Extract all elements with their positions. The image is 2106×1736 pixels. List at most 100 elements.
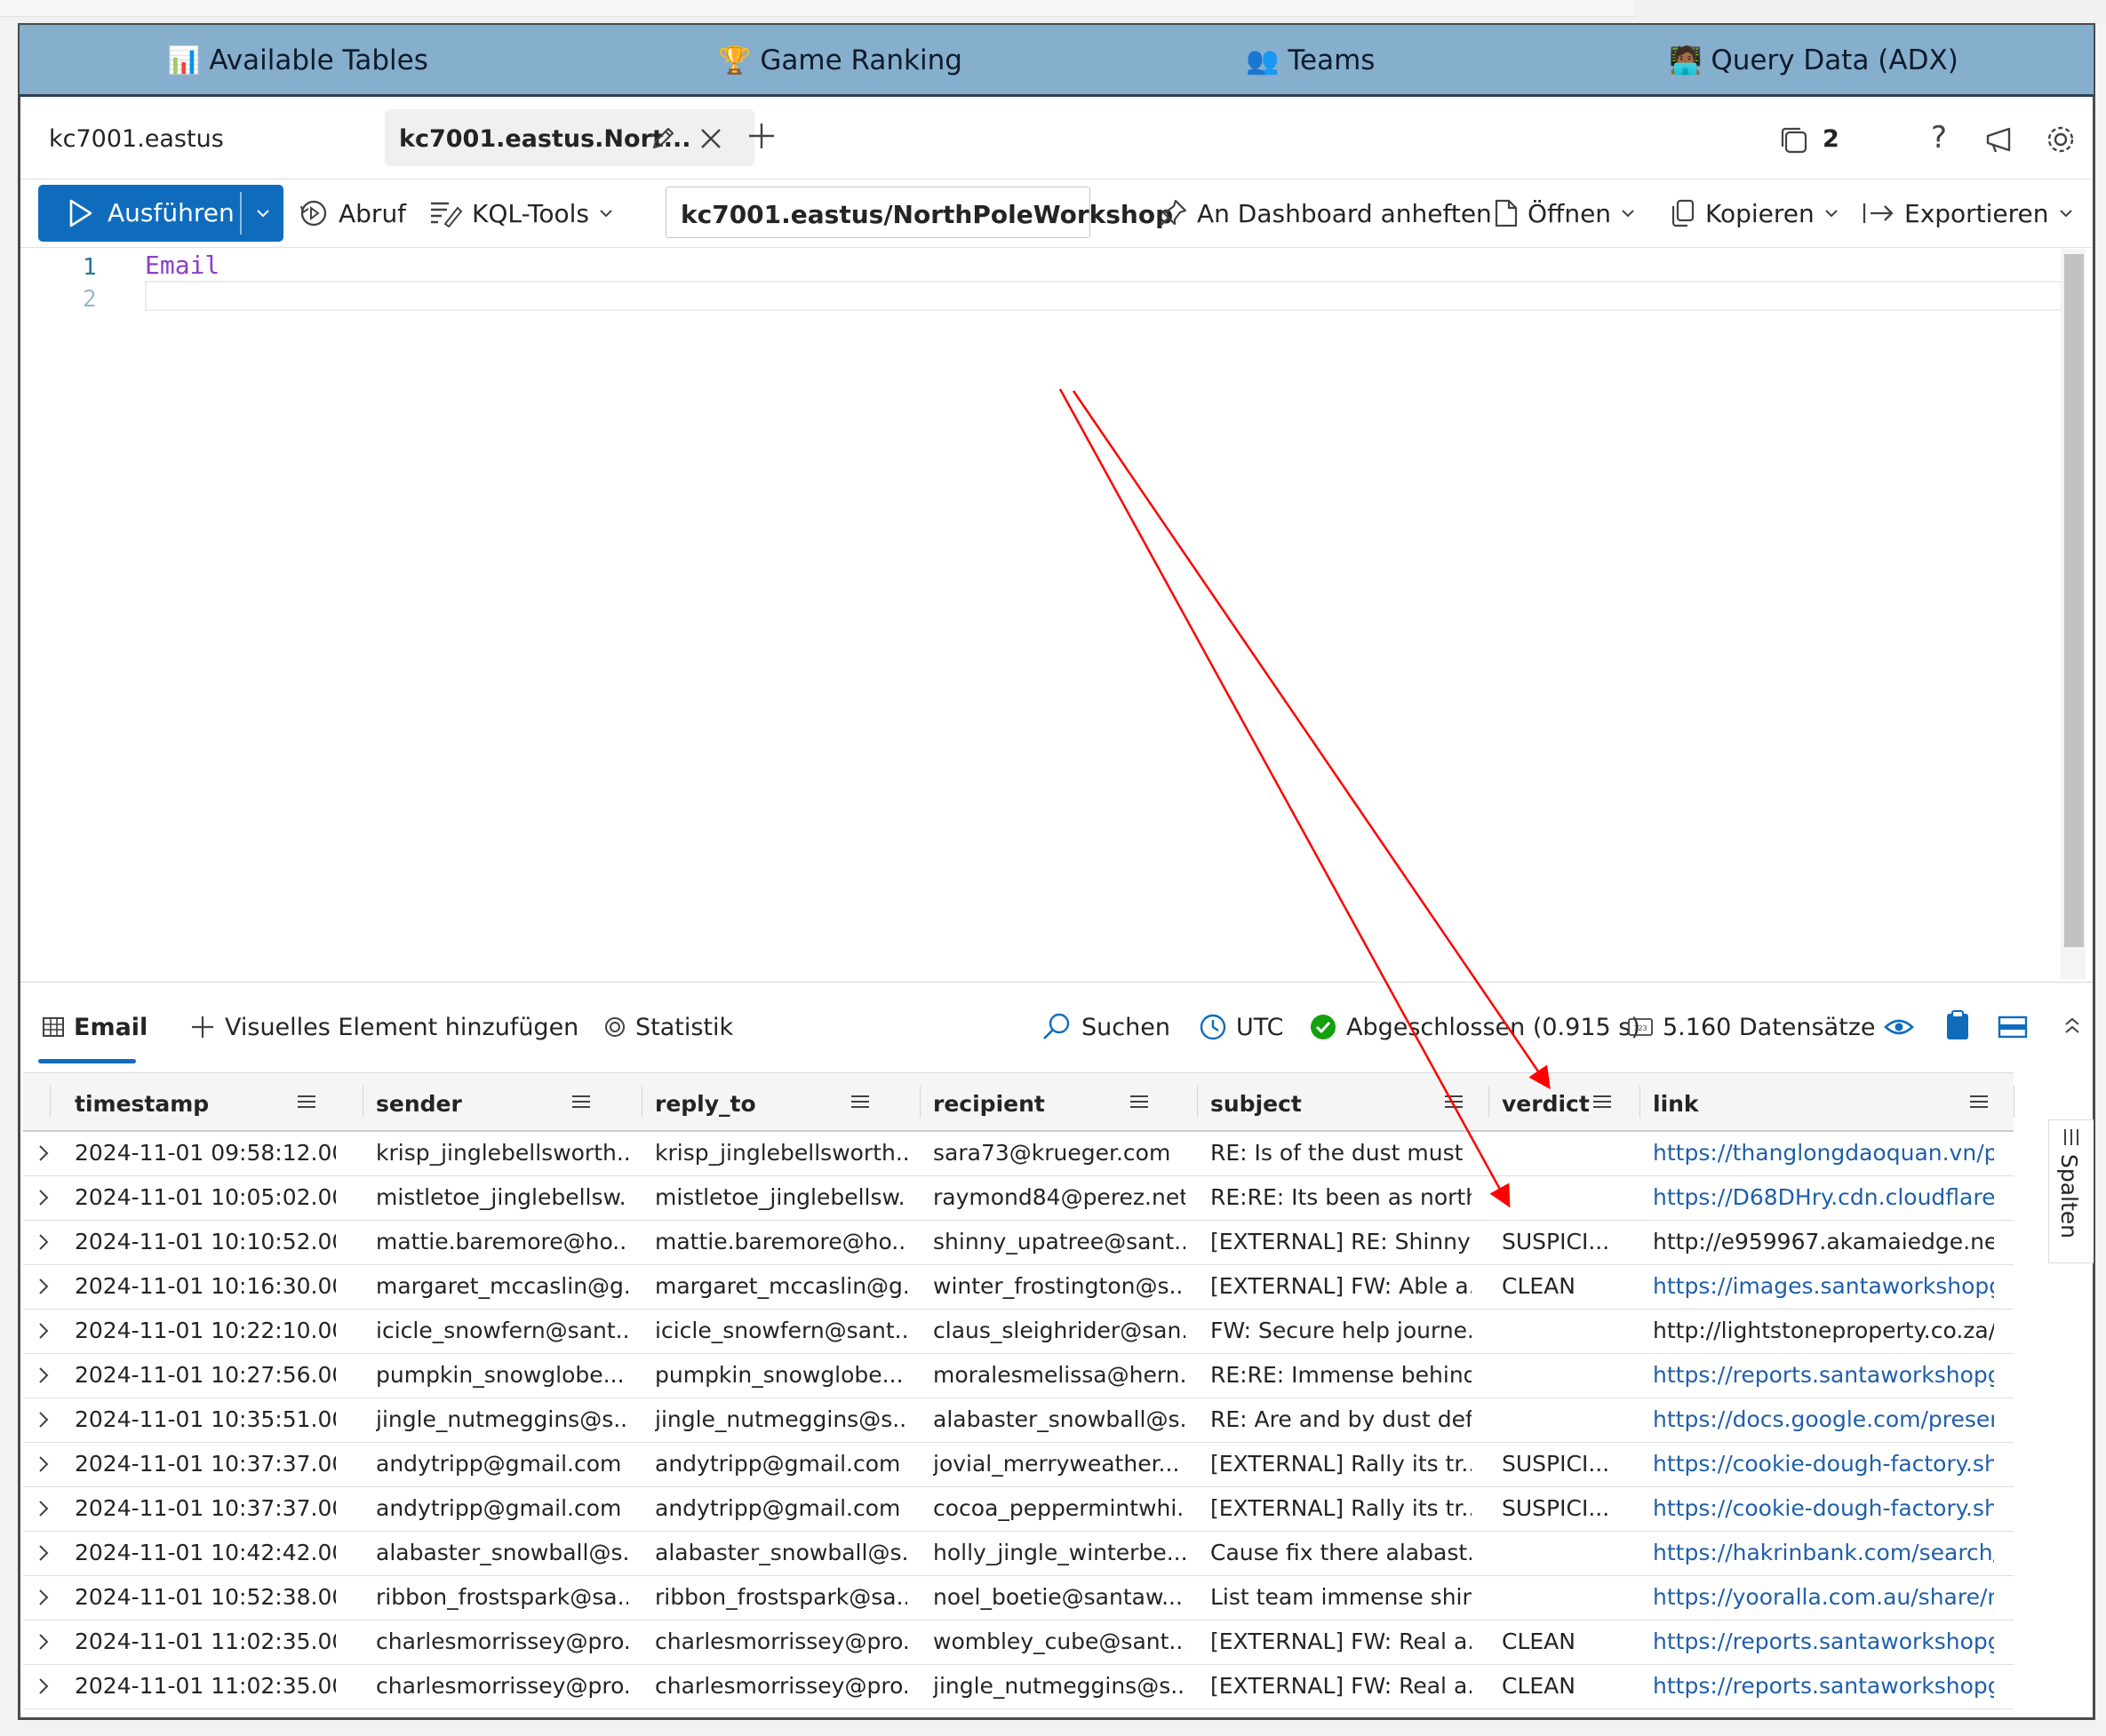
code-line[interactable]: Email [145,251,219,280]
add-visual-button[interactable]: Visuelles Element hinzufügen [189,1009,578,1045]
cell-link[interactable]: https://docs.google.com/present... [1653,1398,1994,1442]
search-button[interactable]: Suchen [1041,1009,1170,1045]
kql-tools-button[interactable]: KQL-Tools [429,195,614,231]
run-button[interactable]: Ausführen [38,185,283,242]
help-icon[interactable]: ? [1931,120,1947,155]
chevron-down-icon [1825,210,1838,218]
nav-game-ranking[interactable]: 🏆 Game Ranking [718,43,962,78]
clipboard-icon[interactable] [1942,1007,1974,1043]
query-editor[interactable]: 1 2 Email [20,249,2093,980]
table-row[interactable]: 2024-11-01 10:37:37.0000 andytripp@gmail.… [23,1486,2014,1532]
cell-subject: [EXTERNAL] FW: Real a... [1210,1673,1472,1699]
current-line-highlight[interactable] [145,281,2084,311]
open-button[interactable]: Öffnen [1494,195,1636,231]
expand-row-chevron-right-icon[interactable] [37,1188,50,1207]
column-menu-icon[interactable] [297,1095,316,1109]
column-header-link[interactable]: link [1640,1073,1996,1130]
cell-link[interactable]: https://hakrinbank.com/search/m... [1653,1531,1994,1575]
eye-icon[interactable] [1881,1011,1917,1043]
expand-row-chevron-right-icon[interactable] [37,1543,50,1563]
copy-button[interactable]: Kopieren [1670,195,1839,231]
megaphone-icon[interactable] [1981,120,2020,159]
top-navigation: 📊 Available Tables 🏆 Game Ranking 👥 Team… [20,25,2094,97]
expand-row-chevron-right-icon[interactable] [37,1410,50,1429]
tab-active-query[interactable]: kc7001.eastus.Nort... [385,109,754,166]
table-row[interactable]: 2024-11-01 10:05:02.0000 mistletoe_jingle… [23,1175,2014,1221]
column-menu-icon[interactable] [571,1095,591,1109]
table-row[interactable]: 2024-11-01 09:58:12.0000 krisp_jinglebell… [23,1131,2014,1176]
expand-row-chevron-right-icon[interactable] [37,1366,50,1385]
table-row[interactable]: 2024-11-01 10:52:38.0000 ribbon_frostspar… [23,1575,2014,1621]
nav-teams[interactable]: 👥 Teams [1246,43,1375,78]
table-row[interactable]: 2024-11-01 10:16:30.0000 margaret_mccasli… [23,1264,2014,1310]
table-row[interactable]: 2024-11-01 10:42:42.0000 alabaster_snowba… [23,1531,2014,1576]
collapse-chevron-up-icon[interactable] [2059,1013,2086,1039]
column-menu-icon[interactable] [1969,1095,1989,1109]
cell-link[interactable]: https://yooralla.com.au/share/mo... [1653,1575,1994,1620]
run-main[interactable]: Ausführen [38,185,239,242]
table-row[interactable]: 2024-11-01 10:22:10.0000 icicle_snowfern@… [23,1309,2014,1354]
cell-link[interactable]: https://reports.santaworkshopge... [1653,1353,1994,1398]
column-menu-icon[interactable] [1444,1095,1464,1109]
expand-row-chevron-right-icon[interactable] [37,1588,50,1607]
cell-link[interactable]: https://D68DHry.cdn.cloudflare.n... [1653,1175,1994,1220]
table-row[interactable]: 2024-11-01 10:37:37.0000 andytripp@gmail.… [23,1442,2014,1487]
column-menu-icon[interactable] [1129,1095,1149,1109]
cell-recipient: jingle_nutmeggins@s... [933,1673,1185,1699]
column-menu-icon[interactable] [850,1095,870,1109]
cell-link[interactable]: https://cookie-dough-factory.sha... [1653,1486,1994,1531]
cell-link[interactable]: https://cookie-dough-factory.sha... [1653,1442,1994,1486]
header-separator[interactable] [50,1086,51,1118]
gear-icon[interactable] [2041,120,2080,159]
run-dropdown-chevron-icon[interactable] [242,185,283,242]
expand-row-chevron-right-icon[interactable] [37,1277,50,1296]
cell-link[interactable]: http://e959967.akamaiedge.net [1653,1220,1994,1264]
database-selector[interactable]: kc7001.eastus/NorthPoleWorkshop [666,187,1173,238]
add-tab-icon[interactable] [742,116,781,155]
expand-row-chevron-right-icon[interactable] [37,1143,50,1163]
expand-row-chevron-right-icon[interactable] [37,1499,50,1518]
cell-timestamp: 2024-11-01 10:27:56.0000 [75,1362,336,1388]
cell-link[interactable]: https://thanglongdaoquan.vn/pu... [1653,1131,1994,1175]
cell-link[interactable] [1653,1708,1994,1719]
tab-connection[interactable]: kc7001.eastus [49,125,224,153]
table-row[interactable]: 2024-11-01 11:07:33.0000 [EXTERNAL] RE: T… [23,1708,2014,1719]
table-row[interactable]: 2024-11-01 11:02:35.0000 charlesmorrissey… [23,1620,2014,1665]
expand-row-chevron-right-icon[interactable] [37,1676,50,1696]
table-row[interactable]: 2024-11-01 10:10:52.0000 mattie.baremore@… [23,1220,2014,1265]
check-circle-icon [1311,1015,1336,1039]
expand-row-chevron-right-icon[interactable] [37,1632,50,1652]
column-menu-icon[interactable] [1592,1095,1612,1109]
scrollbar-thumb[interactable] [2064,254,2084,947]
expand-row-chevron-right-icon[interactable] [37,1232,50,1252]
expand-row-chevron-right-icon[interactable] [37,1454,50,1474]
pin-dashboard-button[interactable]: An Dashboard anheften [1158,195,1492,231]
cell-link[interactable]: https://reports.santaworkshopge... [1653,1664,1994,1708]
layout-panel-icon[interactable] [1995,1011,2030,1043]
tab-email-results[interactable]: Email [42,1009,148,1045]
table-row[interactable]: 2024-11-01 11:02:35.0000 charlesmorrissey… [23,1664,2014,1709]
statistics-tab[interactable]: Statistik [603,1009,733,1045]
export-button[interactable]: Exportieren [1862,195,2074,231]
column-header-subject[interactable]: subject [1198,1073,1473,1130]
editor-scrollbar[interactable] [2061,249,2086,979]
columns-side-panel-toggle[interactable]: Spalten [2048,1119,2094,1263]
cell-verdict [1502,1353,1621,1398]
cell-link[interactable]: https://images.santaworkshopge... [1653,1264,1994,1309]
cell-timestamp: 2024-11-01 11:07:33.0000 [75,1708,336,1719]
cell-sender: mattie.baremore@ho... [376,1229,628,1254]
timezone-button[interactable]: UTC [1199,1009,1284,1045]
results-grid: timestamp sender reply_to recipient subject v… [23,1072,2054,1719]
cell-link[interactable]: https://reports.santaworkshopge... [1653,1620,1994,1664]
cell-timestamp: 2024-11-01 10:10:52.0000 [75,1229,336,1254]
close-icon[interactable] [696,123,726,154]
nav-query-data[interactable]: 🧑🏾‍💻 Query Data (ADX) [1669,43,1958,78]
nav-available-tables[interactable]: 📊 Available Tables [167,43,428,78]
table-row[interactable]: 2024-11-01 10:35:51.0000 jingle_nutmeggin… [23,1398,2014,1443]
recall-button[interactable]: Abruf [298,195,406,231]
pencil-icon[interactable] [648,123,678,154]
table-row[interactable]: 2024-11-01 10:27:56.0000 pumpkin_snowglob… [23,1353,2014,1398]
copies-icon[interactable] [1775,122,1813,159]
expand-row-chevron-right-icon[interactable] [37,1321,50,1341]
cell-link[interactable]: http://lightstoneproperty.co.za/... [1653,1309,1994,1353]
